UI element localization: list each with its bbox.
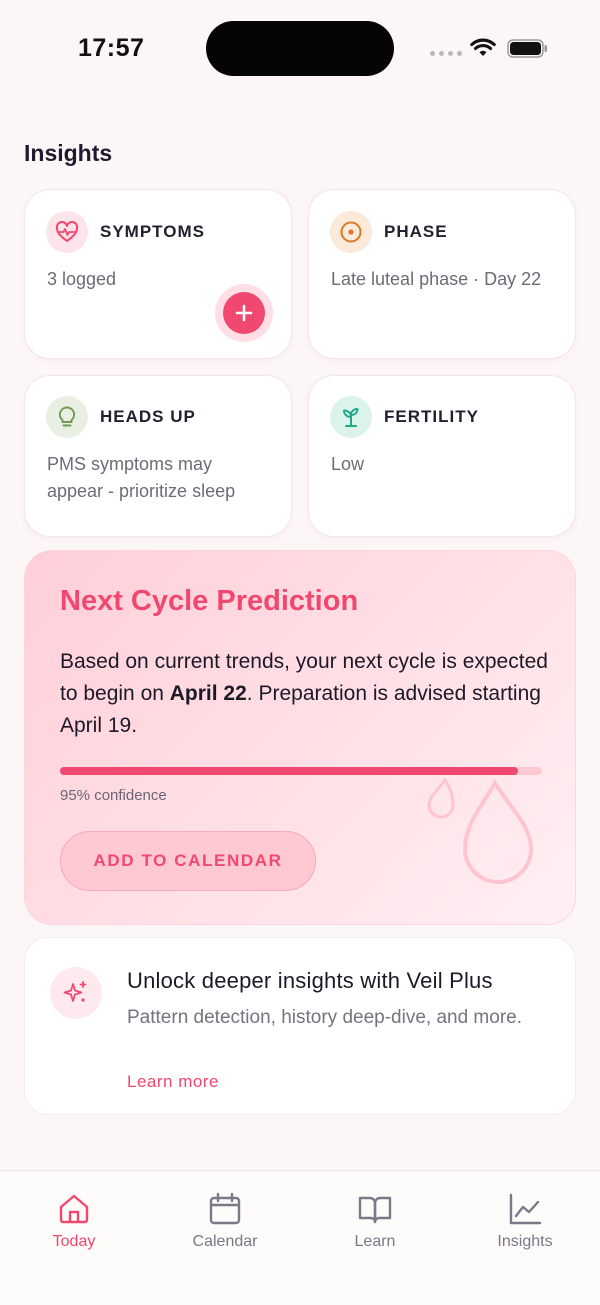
symptoms-card[interactable]: SYMPTOMS 3 logged: [24, 189, 292, 359]
heart-pulse-icon: [46, 211, 88, 253]
status-time: 17:57: [78, 34, 145, 62]
confidence-progress-bar: [60, 767, 542, 775]
cellular-signal-icon: [430, 51, 462, 56]
symptoms-title: SYMPTOMS: [100, 222, 205, 241]
droplets-icon: [427, 777, 534, 884]
home-icon: [59, 1194, 89, 1224]
wifi-icon: [470, 38, 496, 56]
tab-learn-label: Learn: [354, 1233, 396, 1250]
upsell-description: Pattern detection, history deep-dive, an…: [127, 1007, 523, 1028]
add-to-calendar-button[interactable]: ADD TO CALENDAR: [60, 831, 316, 891]
dynamic-island: [206, 21, 394, 76]
upsell-title: Unlock deeper insights with Veil Plus: [127, 968, 493, 993]
chart-line-icon: [509, 1193, 542, 1225]
calendar-icon: [209, 1192, 241, 1225]
tab-learn[interactable]: Learn: [320, 1191, 430, 1251]
fertility-value: Low: [331, 454, 365, 474]
add-symptom-button[interactable]: [215, 284, 273, 342]
prediction-title: Next Cycle Prediction: [60, 585, 359, 617]
prediction-text: Based on current trends, your next cycle…: [60, 650, 548, 737]
status-bar: 17:57: [0, 0, 600, 100]
confidence-progress-fill: [60, 767, 518, 775]
tab-today-label: Today: [52, 1233, 96, 1250]
learn-more-link[interactable]: Learn more: [127, 1072, 219, 1092]
tab-insights-label: Insights: [497, 1233, 553, 1250]
sprout-icon: [330, 396, 372, 438]
heads-up-card[interactable]: HEADS UP PMS symptoms may appear - prior…: [24, 375, 292, 537]
veil-plus-upsell-card: Unlock deeper insights with Veil Plus Pa…: [24, 937, 576, 1115]
phase-value: Late luteal phase · Day 22: [331, 269, 542, 289]
heads-up-text: PMS symptoms may appear - prioritize sle…: [47, 454, 236, 501]
tab-today[interactable]: Today: [19, 1191, 129, 1251]
prediction-date: April 22: [169, 682, 247, 705]
bottom-tab-bar: Today Calendar Learn Insights: [0, 1170, 600, 1305]
heads-up-title: HEADS UP: [100, 407, 196, 426]
tab-calendar-label: Calendar: [192, 1233, 258, 1250]
plus-icon: [223, 292, 265, 334]
confidence-label: 95% confidence: [60, 787, 167, 804]
fertility-title: FERTILITY: [384, 407, 479, 426]
battery-icon: [507, 39, 547, 58]
section-title: Insights: [24, 140, 113, 166]
book-icon: [358, 1196, 392, 1224]
target-circle-icon: [330, 211, 372, 253]
lightbulb-icon: [46, 396, 88, 438]
tab-insights[interactable]: Insights: [470, 1191, 580, 1251]
phase-card[interactable]: PHASE Late luteal phase · Day 22: [308, 189, 576, 359]
tab-calendar[interactable]: Calendar: [170, 1191, 280, 1251]
sparkles-icon: [50, 967, 102, 1019]
fertility-card[interactable]: FERTILITY Low: [308, 375, 576, 537]
next-cycle-prediction-card: Next Cycle Prediction Based on current t…: [24, 550, 576, 925]
phase-title: PHASE: [384, 222, 448, 241]
